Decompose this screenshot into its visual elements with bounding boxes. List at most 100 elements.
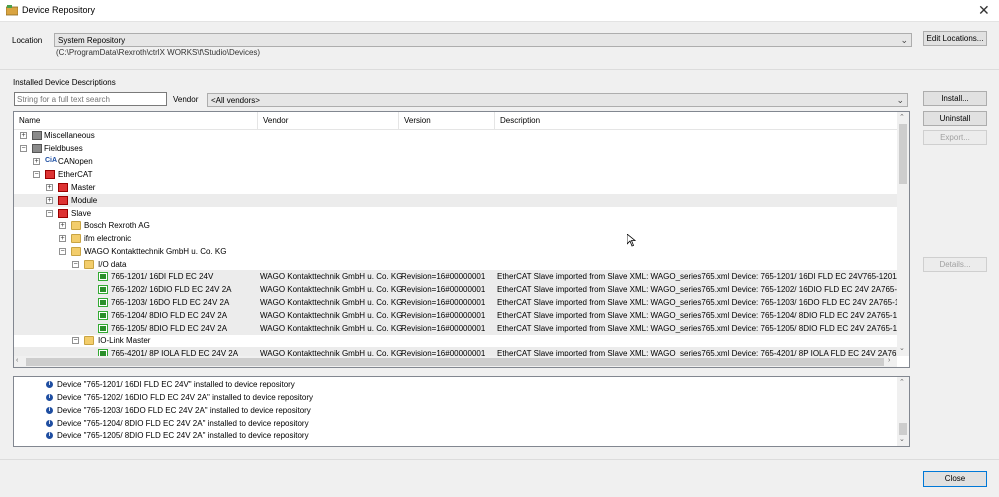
uninstall-button[interactable]: Uninstall bbox=[923, 111, 987, 126]
tree-row-master[interactable]: + Master bbox=[14, 181, 897, 194]
details-button[interactable]: Details... bbox=[923, 257, 987, 272]
close-window-icon[interactable]: ✕ bbox=[978, 2, 990, 19]
tree-item-label: Miscellaneous bbox=[44, 131, 95, 140]
expand-icon[interactable]: + bbox=[46, 184, 53, 191]
tree-row-bosch-rexroth[interactable]: + Bosch Rexroth AG bbox=[14, 219, 897, 232]
location-path: (C:\ProgramData\Rexroth\ctrlX WORKS\f\St… bbox=[56, 48, 261, 57]
device-vendor: WAGO Kontakttechnik GmbH u. Co. KG bbox=[260, 324, 403, 333]
device-vendor: WAGO Kontakttechnik GmbH u. Co. KG bbox=[260, 285, 403, 294]
install-button[interactable]: Install... bbox=[923, 91, 987, 106]
tree-item-label: CANopen bbox=[58, 157, 93, 166]
repository-app-icon bbox=[6, 5, 18, 16]
tree-row-wago[interactable]: − WAGO Kontakttechnik GmbH u. Co. KG bbox=[14, 245, 897, 258]
log-entry: i Device "765-1201/ 16DI FLD EC 24V" inst… bbox=[46, 380, 295, 392]
divider bbox=[0, 459, 999, 460]
scroll-thumb[interactable] bbox=[899, 124, 907, 184]
cia-icon: CiA bbox=[45, 157, 58, 164]
folder-icon bbox=[71, 247, 81, 258]
column-header-name[interactable]: Name bbox=[14, 112, 258, 129]
log-message: Device "765-1204/ 8DIO FLD EC 24V 2A" in… bbox=[57, 419, 309, 428]
export-button[interactable]: Export... bbox=[923, 130, 987, 145]
divider bbox=[0, 69, 999, 70]
collapse-icon[interactable]: − bbox=[72, 337, 79, 344]
collapse-icon[interactable]: − bbox=[59, 248, 66, 255]
column-header-description[interactable]: Description bbox=[495, 112, 897, 129]
table-row[interactable]: 765-1204/ 8DIO FLD EC 24V 2A WAGO Kontak… bbox=[14, 309, 909, 322]
tree-item-label: WAGO Kontakttechnik GmbH u. Co. KG bbox=[84, 247, 227, 256]
device-icon bbox=[98, 298, 108, 309]
folder-icon bbox=[71, 221, 81, 232]
table-row[interactable]: 765-1203/ 16DO FLD EC 24V 2A WAGO Kontak… bbox=[14, 296, 909, 309]
collapse-icon[interactable]: − bbox=[33, 171, 40, 178]
tree-row-module[interactable]: + Module bbox=[14, 194, 897, 207]
scroll-thumb[interactable] bbox=[26, 358, 884, 366]
expand-icon[interactable]: + bbox=[59, 222, 66, 229]
log-message: Device "765-1202/ 16DIO FLD EC 24V 2A" i… bbox=[57, 393, 314, 402]
horizontal-scrollbar[interactable]: ‹ › bbox=[14, 356, 897, 367]
tree-row-fieldbuses[interactable]: − Fieldbuses bbox=[14, 142, 897, 155]
device-vendor: WAGO Kontakttechnik GmbH u. Co. KG bbox=[260, 272, 403, 281]
device-icon bbox=[98, 272, 108, 283]
device-vendor: WAGO Kontakttechnik GmbH u. Co. KG bbox=[260, 311, 403, 320]
book-icon bbox=[32, 144, 42, 155]
tree-row-ethercat[interactable]: − EtherCAT bbox=[14, 168, 897, 181]
table-row[interactable]: 765-1201/ 16DI FLD EC 24V WAGO Kontaktte… bbox=[14, 270, 909, 283]
location-combo[interactable]: System Repository ⌄ bbox=[54, 33, 912, 47]
tree-item-label: ifm electronic bbox=[84, 234, 132, 243]
table-row[interactable]: 765-1202/ 16DIO FLD EC 24V 2A WAGO Konta… bbox=[14, 283, 909, 296]
tree-row-ifm-electronic[interactable]: + ifm electronic bbox=[14, 232, 897, 245]
close-button[interactable]: Close bbox=[923, 471, 987, 487]
collapse-icon[interactable]: − bbox=[46, 210, 53, 217]
device-tree[interactable]: Name Vendor Version Description + Miscel… bbox=[13, 111, 910, 368]
collapse-icon[interactable]: − bbox=[20, 145, 27, 152]
device-version: Revision=16#00000001 bbox=[401, 311, 486, 320]
tree-item-label: IO-Link Master bbox=[98, 336, 151, 345]
device-description: EtherCAT Slave imported from Slave XML: … bbox=[497, 272, 910, 281]
scroll-down-icon[interactable]: ⌄ bbox=[899, 344, 905, 352]
vendor-label: Vendor bbox=[173, 95, 199, 104]
log-message: Device "765-1201/ 16DI FLD EC 24V" insta… bbox=[57, 380, 295, 389]
log-entry: i Device "765-1202/ 16DIO FLD EC 24V 2A" … bbox=[46, 393, 313, 405]
log-message: Device "765-1203/ 16DO FLD EC 24V 2A" in… bbox=[57, 406, 311, 415]
column-header-vendor[interactable]: Vendor bbox=[258, 112, 399, 129]
expand-icon[interactable]: + bbox=[46, 197, 53, 204]
tree-row-io-link-master[interactable]: − IO-Link Master bbox=[14, 334, 897, 347]
tree-item-label: EtherCAT bbox=[58, 170, 93, 179]
device-icon bbox=[98, 311, 108, 322]
collapse-icon[interactable]: − bbox=[72, 261, 79, 268]
column-header-version[interactable]: Version bbox=[399, 112, 495, 129]
window-title: Device Repository bbox=[22, 5, 96, 15]
tree-item-label: Module bbox=[71, 196, 98, 205]
location-label: Location bbox=[12, 36, 43, 45]
tree-row-canopen[interactable]: + CiA CANopen bbox=[14, 155, 897, 168]
log-vertical-scrollbar[interactable]: ⌃ ⌄ bbox=[897, 377, 909, 446]
chevron-down-icon: ⌄ bbox=[900, 35, 908, 45]
tree-item-label: Bosch Rexroth AG bbox=[84, 221, 150, 230]
tree-item-label: Master bbox=[71, 183, 96, 192]
expand-icon[interactable]: + bbox=[20, 132, 27, 139]
scroll-up-icon[interactable]: ⌃ bbox=[899, 113, 905, 121]
vertical-scrollbar[interactable]: ⌃ ⌄ bbox=[897, 112, 909, 356]
device-vendor: WAGO Kontakttechnik GmbH u. Co. KG bbox=[260, 298, 403, 307]
scroll-up-icon[interactable]: ⌃ bbox=[899, 378, 905, 386]
info-icon: i bbox=[46, 432, 53, 440]
device-version: Revision=16#00000001 bbox=[401, 272, 486, 281]
search-input[interactable] bbox=[14, 92, 167, 106]
info-icon: i bbox=[46, 394, 53, 402]
vendor-combo[interactable]: <All vendors> ⌄ bbox=[207, 93, 908, 107]
scroll-down-icon[interactable]: ⌄ bbox=[899, 435, 905, 443]
device-name: 765-1201/ 16DI FLD EC 24V bbox=[111, 272, 214, 281]
scroll-left-icon[interactable]: ‹ bbox=[16, 357, 18, 364]
tree-row-miscellaneous[interactable]: + Miscellaneous bbox=[14, 129, 897, 142]
expand-icon[interactable]: + bbox=[59, 235, 66, 242]
expand-icon[interactable]: + bbox=[33, 158, 40, 165]
edit-locations-button[interactable]: Edit Locations... bbox=[923, 31, 987, 46]
scroll-right-icon[interactable]: › bbox=[888, 357, 890, 364]
device-description: EtherCAT Slave imported from Slave XML: … bbox=[497, 298, 910, 307]
device-name: 765-1204/ 8DIO FLD EC 24V 2A bbox=[111, 311, 228, 320]
tree-item-label: Slave bbox=[71, 209, 92, 218]
scroll-thumb[interactable] bbox=[899, 423, 907, 435]
install-log-panel[interactable]: i Device "765-1201/ 16DI FLD EC 24V" inst… bbox=[13, 376, 910, 447]
device-version: Revision=16#00000001 bbox=[401, 285, 486, 294]
device-description: EtherCAT Slave imported from Slave XML: … bbox=[497, 311, 910, 320]
